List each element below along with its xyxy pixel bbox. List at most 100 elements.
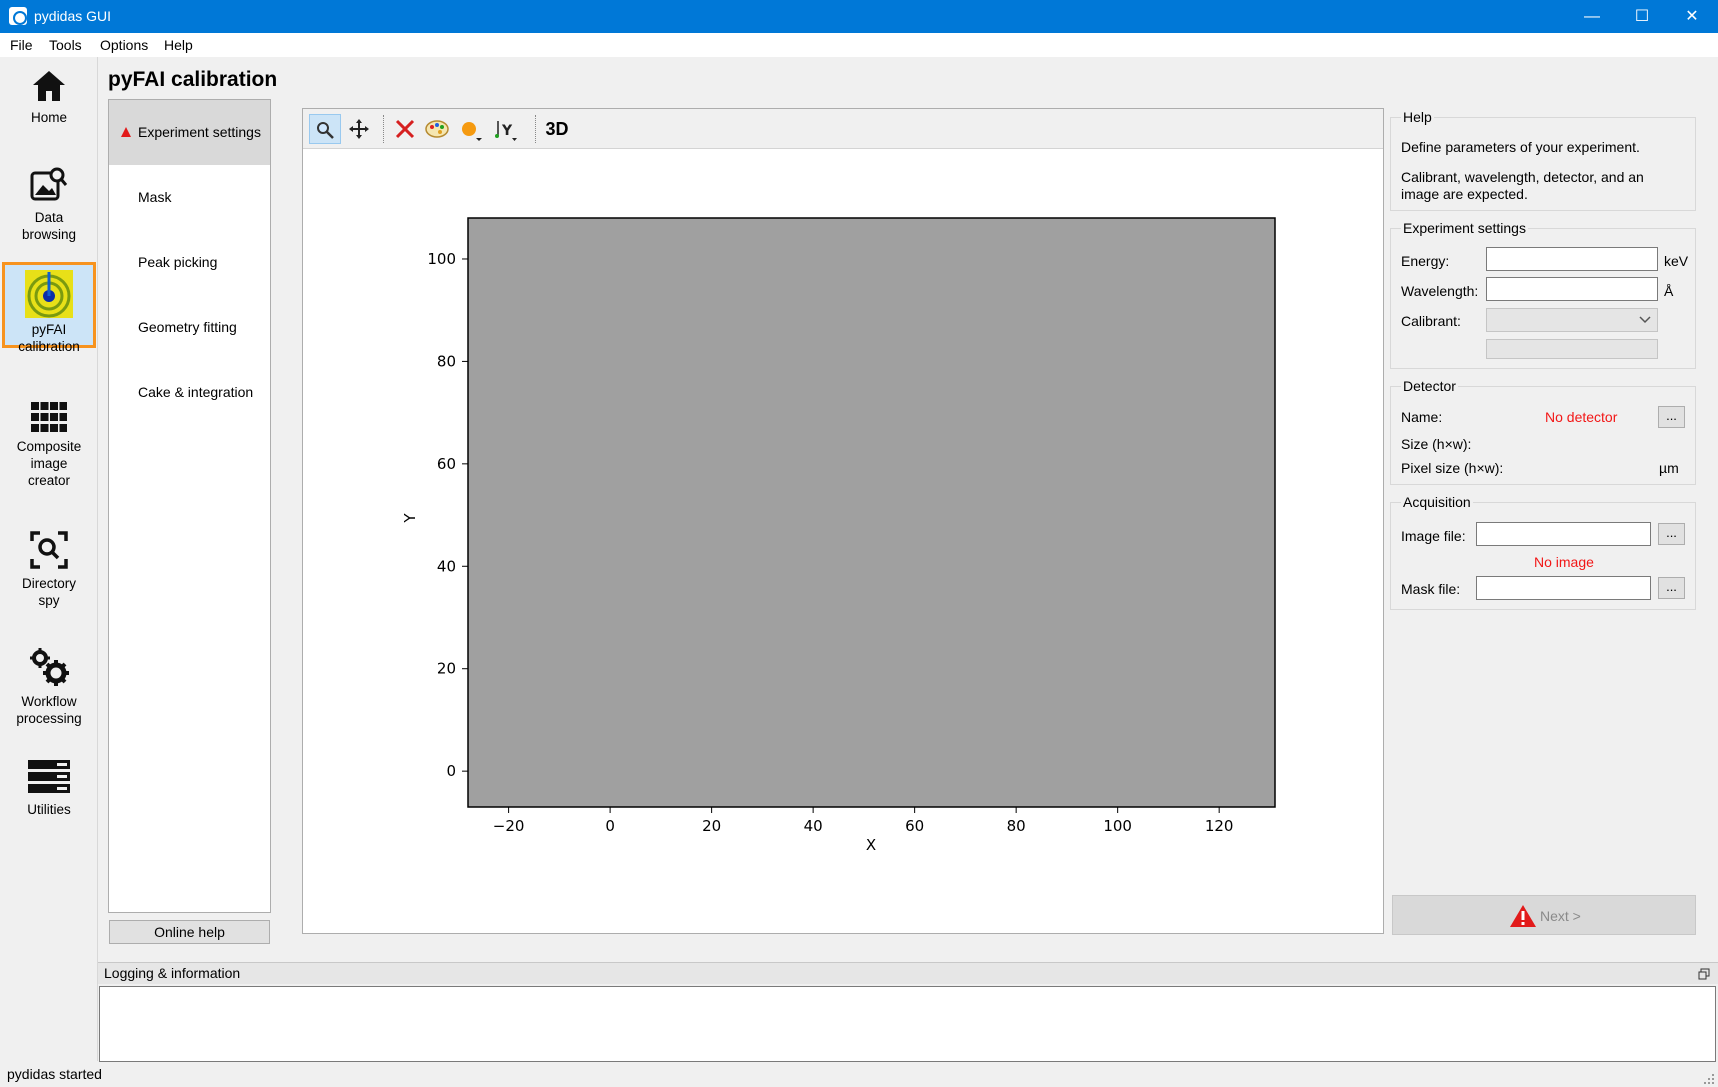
x-tick-label: −20	[493, 817, 525, 835]
page-title: pyFAI calibration	[108, 68, 278, 91]
sidebar-item-label: calibration	[18, 339, 80, 354]
detector-browse-button[interactable]: ...	[1658, 406, 1685, 428]
y-tick-label: 20	[437, 660, 456, 678]
zoom-icon	[317, 122, 334, 139]
sidebar-item-label: processing	[16, 711, 82, 726]
plot-toolbar: Y 3D	[303, 109, 1383, 149]
tab-label: Geometry fitting	[138, 319, 237, 335]
window-title: pydidas GUI	[34, 8, 112, 24]
zoom-button[interactable]	[309, 114, 341, 144]
image-file-label: Image file:	[1401, 528, 1466, 544]
reset-zoom-icon	[395, 119, 415, 139]
maximize-button[interactable]: ☐	[1618, 0, 1666, 33]
pan-button[interactable]	[343, 114, 375, 144]
energy-unit: keV	[1664, 253, 1689, 269]
close-button[interactable]: ✕	[1668, 0, 1716, 33]
logging-header: Logging & information	[98, 962, 1718, 984]
x-tick-label: 40	[804, 817, 823, 835]
calibration-tab-list: Experiment settings Mask Peak picking Ge…	[108, 99, 271, 913]
app-icon	[9, 7, 27, 25]
minimize-button[interactable]: —	[1568, 0, 1616, 33]
tab-cake-integration[interactable]: Cake & integration	[109, 360, 270, 425]
grid-icon	[31, 402, 67, 432]
marker-button[interactable]	[455, 114, 487, 144]
sidebar-item-data-browsing[interactable]: Data browsing	[2, 165, 96, 255]
undock-icon[interactable]	[1698, 968, 1710, 980]
tab-geometry-fitting[interactable]: Geometry fitting	[109, 295, 270, 360]
menu-tools[interactable]: Tools	[49, 37, 82, 53]
sidebar-item-directory-spy[interactable]: Directory spy	[2, 531, 96, 621]
y-axis-label: Y	[401, 513, 419, 524]
mask-file-field[interactable]	[1476, 576, 1651, 600]
help-text-line: Define parameters of your experiment.	[1401, 139, 1640, 155]
scan-search-icon	[30, 531, 68, 569]
logging-output[interactable]	[99, 986, 1716, 1062]
sidebar-item-label: Workflow	[21, 694, 77, 709]
x-axis-label: X	[866, 836, 876, 854]
wavelength-field[interactable]	[1486, 277, 1658, 301]
calibrant-label: Calibrant:	[1401, 313, 1461, 329]
acquisition-group: Acquisition Image file: ... No image Mas…	[1390, 494, 1696, 610]
image-data	[467, 217, 1276, 808]
y-tick-label: 100	[427, 250, 456, 268]
sidebar-item-label: Composite	[16, 439, 82, 454]
warning-icon	[1510, 905, 1536, 927]
y-axis-button[interactable]: Y	[489, 114, 521, 144]
reset-zoom-button[interactable]	[389, 114, 421, 144]
main-sidebar: Home Data browsing pyFAI calibration Com…	[0, 57, 98, 1061]
image-file-browse-button[interactable]: ...	[1658, 523, 1685, 545]
colormap-button[interactable]	[421, 114, 453, 144]
image-file-field[interactable]	[1476, 522, 1651, 546]
menu-help[interactable]: Help	[164, 37, 193, 53]
experiment-settings-group: Experiment settings Energy: keV Waveleng…	[1390, 220, 1696, 369]
image-plot[interactable]: −20 0 20 40 60 80 100 120 0 20 40 60 80 100 X Y	[303, 150, 1383, 933]
energy-field[interactable]	[1486, 247, 1658, 271]
calibrant-select[interactable]	[1486, 308, 1658, 332]
experiment-group-title: Experiment settings	[1401, 220, 1528, 236]
calibrant-extra-field	[1486, 339, 1658, 359]
plot-panel: Y 3D −20 0 20 40 60 80 100 120 0 20 40 60 80 100 X Y	[302, 108, 1384, 934]
next-button[interactable]: Next >	[1392, 895, 1696, 935]
title-bar: pydidas GUI — ☐ ✕	[0, 0, 1718, 33]
menu-file[interactable]: File	[10, 37, 33, 53]
sidebar-item-pyfai-calibration[interactable]: pyFAI calibration	[2, 262, 96, 354]
status-text: pydidas started	[7, 1066, 102, 1082]
sidebar-item-composite-image-creator[interactable]: Composite image creator	[2, 402, 96, 507]
detector-group-title: Detector	[1401, 378, 1458, 394]
view-3d-button[interactable]: 3D	[541, 114, 573, 144]
online-help-button[interactable]: Online help	[109, 920, 270, 944]
acquisition-group-title: Acquisition	[1401, 494, 1473, 510]
sidebar-item-home[interactable]: Home	[2, 69, 96, 139]
mask-file-browse-button[interactable]: ...	[1658, 577, 1685, 599]
pan-icon	[349, 119, 369, 139]
wavelength-label: Wavelength:	[1401, 283, 1479, 299]
tab-mask[interactable]: Mask	[109, 165, 270, 230]
mask-file-label: Mask file:	[1401, 581, 1461, 597]
y-tick-label: 0	[446, 762, 456, 780]
tab-label: Mask	[138, 189, 172, 205]
y-tick-label: 40	[437, 557, 456, 575]
wavelength-unit: Å	[1664, 283, 1674, 299]
tab-peak-picking[interactable]: Peak picking	[109, 230, 270, 295]
sidebar-item-utilities[interactable]: Utilities	[2, 759, 96, 839]
pixel-size-unit: µm	[1659, 460, 1679, 476]
sidebar-item-label: spy	[38, 593, 60, 608]
resize-grip-icon[interactable]	[1703, 1073, 1715, 1085]
help-text-line: Calibrant, wavelength, detector, and an	[1401, 169, 1644, 185]
sidebar-item-workflow-processing[interactable]: Workflow processing	[2, 647, 96, 737]
pixel-size-label: Pixel size (h×w):	[1401, 460, 1504, 476]
no-image-status: No image	[1534, 554, 1594, 570]
x-tick-label: 100	[1103, 817, 1132, 835]
y-tick-label: 60	[437, 455, 456, 473]
x-tick-label: 80	[1007, 817, 1026, 835]
menu-options[interactable]: Options	[100, 37, 148, 53]
help-group: Help Define parameters of your experimen…	[1390, 109, 1696, 211]
logging-title: Logging & information	[104, 965, 241, 981]
y-axis-icon: Y	[495, 121, 517, 141]
gears-icon	[30, 648, 69, 686]
detector-name-label: Name:	[1401, 409, 1443, 425]
sidebar-item-label: creator	[27, 473, 71, 488]
x-tick-label: 0	[605, 817, 615, 835]
tab-label: Experiment settings	[138, 124, 261, 140]
tab-experiment-settings[interactable]: Experiment settings	[109, 100, 270, 165]
